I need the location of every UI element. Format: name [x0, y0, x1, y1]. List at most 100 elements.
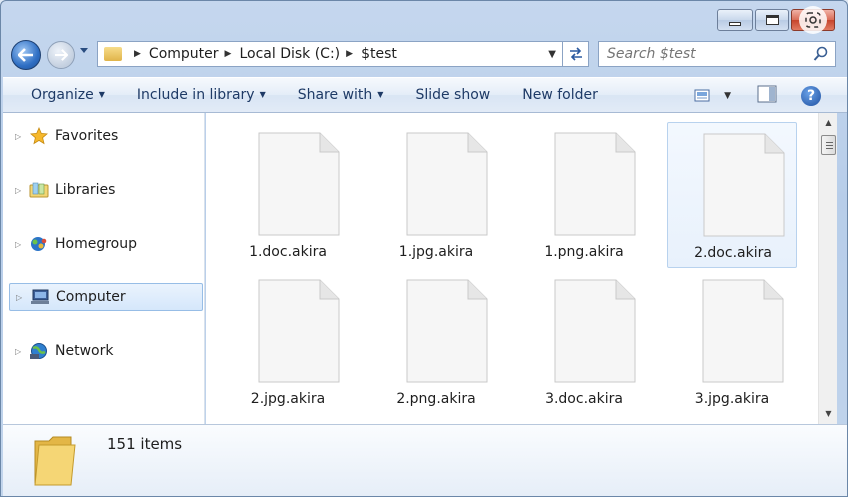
screen-capture-icon: [799, 6, 827, 34]
generic-file-icon: [702, 279, 784, 383]
preview-pane-icon: [757, 85, 777, 103]
slide-show-button[interactable]: Slide show: [399, 87, 506, 103]
breadcrumb-local-disk[interactable]: Local Disk (C:): [239, 46, 340, 62]
forward-button[interactable]: [47, 41, 75, 69]
file-name: 1.doc.akira: [249, 244, 327, 260]
file-name: 2.doc.akira: [694, 245, 772, 261]
generic-file-icon: [258, 279, 340, 383]
maximize-icon: [765, 15, 779, 25]
chevron-down-icon[interactable]: ▼: [724, 91, 731, 101]
nav-item-computer[interactable]: ▷ Computer: [9, 283, 203, 311]
expand-arrow-icon[interactable]: ▷: [15, 240, 25, 249]
maximize-button[interactable]: [755, 9, 789, 31]
breadcrumb-arrow-icon[interactable]: ▶: [134, 49, 141, 59]
share-with-label: Share with: [297, 87, 373, 103]
search-input[interactable]: [599, 46, 799, 62]
view-icon: [694, 89, 710, 102]
preview-pane-button[interactable]: [757, 85, 777, 107]
libraries-icon: [29, 181, 49, 199]
breadcrumb-computer[interactable]: Computer: [149, 46, 219, 62]
navigation-pane: ▷ Favorites ▷ Libraries ▷ Homegroup ▷ Co…: [3, 113, 205, 424]
back-button[interactable]: [11, 40, 41, 70]
recent-pages-dropdown[interactable]: [79, 47, 93, 61]
view-controls: ▼ ?: [684, 78, 847, 114]
item-count: 151 items: [107, 435, 183, 453]
expand-arrow-icon[interactable]: ▷: [15, 186, 25, 195]
forward-arrow-icon: [54, 49, 68, 61]
file-item[interactable]: 1.png.akira: [519, 122, 649, 268]
file-item[interactable]: 2.jpg.akira: [223, 269, 353, 415]
file-item[interactable]: 3.jpg.akira: [667, 269, 797, 415]
breadcrumb-test[interactable]: $test: [361, 46, 397, 62]
generic-file-icon: [258, 132, 340, 236]
organize-label: Organize: [31, 87, 94, 103]
navigation-bar: ▶ Computer ▶ Local Disk (C:) ▶ $test ▼: [1, 37, 848, 73]
breadcrumb-arrow-icon[interactable]: ▶: [225, 49, 232, 59]
back-arrow-icon: [18, 48, 33, 62]
file-item-selected[interactable]: 2.doc.akira: [667, 122, 797, 268]
star-icon: [29, 127, 49, 145]
generic-file-icon: [554, 279, 636, 383]
search-box[interactable]: [598, 41, 836, 67]
file-item[interactable]: 1.jpg.akira: [371, 122, 501, 268]
include-in-library-menu[interactable]: Include in library ▼: [121, 87, 282, 103]
file-name: 3.jpg.akira: [694, 391, 770, 407]
close-button[interactable]: [791, 6, 835, 34]
expand-arrow-icon[interactable]: ▷: [16, 293, 26, 302]
folder-icon: [34, 436, 76, 486]
explorer-window: ▶ Computer ▶ Local Disk (C:) ▶ $test ▼ O…: [0, 0, 848, 497]
scroll-up-icon[interactable]: ▲: [819, 115, 838, 131]
expand-arrow-icon[interactable]: ▷: [15, 347, 25, 356]
generic-file-icon: [406, 279, 488, 383]
address-bar[interactable]: ▶ Computer ▶ Local Disk (C:) ▶ $test ▼: [97, 41, 563, 67]
breadcrumb-arrow-icon[interactable]: ▶: [346, 49, 353, 59]
refresh-icon: [569, 47, 582, 61]
folder-icon: [104, 47, 122, 61]
network-icon: [29, 342, 49, 360]
expand-arrow-icon[interactable]: ▷: [15, 132, 25, 141]
share-with-menu[interactable]: Share with ▼: [282, 87, 400, 103]
command-bar: Organize ▼ Include in library ▼ Share with…: [3, 77, 847, 113]
new-folder-button[interactable]: New folder: [506, 87, 614, 103]
file-name: 1.jpg.akira: [398, 244, 474, 260]
help-icon: ?: [806, 88, 816, 104]
nav-item-label: Homegroup: [55, 236, 138, 252]
nav-item-homegroup[interactable]: ▷ Homegroup: [9, 230, 203, 258]
file-name: 2.jpg.akira: [250, 391, 326, 407]
include-in-library-label: Include in library: [136, 87, 255, 103]
scrollbar-thumb[interactable]: [821, 135, 836, 155]
change-view-button[interactable]: ▼: [694, 89, 731, 103]
help-button[interactable]: ?: [801, 86, 821, 106]
refresh-button[interactable]: [563, 41, 589, 67]
details-pane: 151 items: [3, 424, 847, 496]
file-list: 1.doc.akira 1.jpg.akira 1.png.akira 2.do…: [206, 113, 818, 424]
file-name: 2.png.akira: [396, 391, 476, 407]
minimize-button[interactable]: [717, 9, 753, 31]
file-name: 1.png.akira: [544, 244, 624, 260]
vertical-scrollbar[interactable]: ▲ ▼: [818, 113, 837, 424]
homegroup-icon: [29, 235, 49, 253]
address-dropdown-icon[interactable]: ▼: [548, 49, 556, 60]
chevron-down-icon: ▼: [377, 90, 384, 99]
nav-item-network[interactable]: ▷ Network: [9, 337, 203, 365]
organize-menu[interactable]: Organize ▼: [15, 87, 121, 103]
search-icon[interactable]: [813, 46, 829, 62]
chevron-down-icon: ▼: [98, 90, 105, 99]
generic-file-icon: [703, 133, 785, 237]
file-item[interactable]: 2.png.akira: [371, 269, 501, 415]
file-item[interactable]: 3.doc.akira: [519, 269, 649, 415]
computer-icon: [30, 288, 50, 306]
scroll-down-icon[interactable]: ▼: [819, 406, 838, 422]
nav-item-libraries[interactable]: ▷ Libraries: [9, 176, 203, 204]
chevron-down-icon: [80, 48, 88, 53]
nav-item-label: Network: [55, 343, 114, 359]
nav-item-favorites[interactable]: ▷ Favorites: [9, 122, 203, 150]
chevron-down-icon: ▼: [259, 90, 266, 99]
nav-item-label: Libraries: [55, 182, 116, 198]
minimize-icon: [729, 22, 741, 26]
generic-file-icon: [406, 132, 488, 236]
caption-buttons: [717, 6, 835, 34]
file-item[interactable]: 1.doc.akira: [223, 122, 353, 268]
nav-item-label: Computer: [56, 289, 126, 305]
nav-item-label: Favorites: [55, 128, 119, 144]
